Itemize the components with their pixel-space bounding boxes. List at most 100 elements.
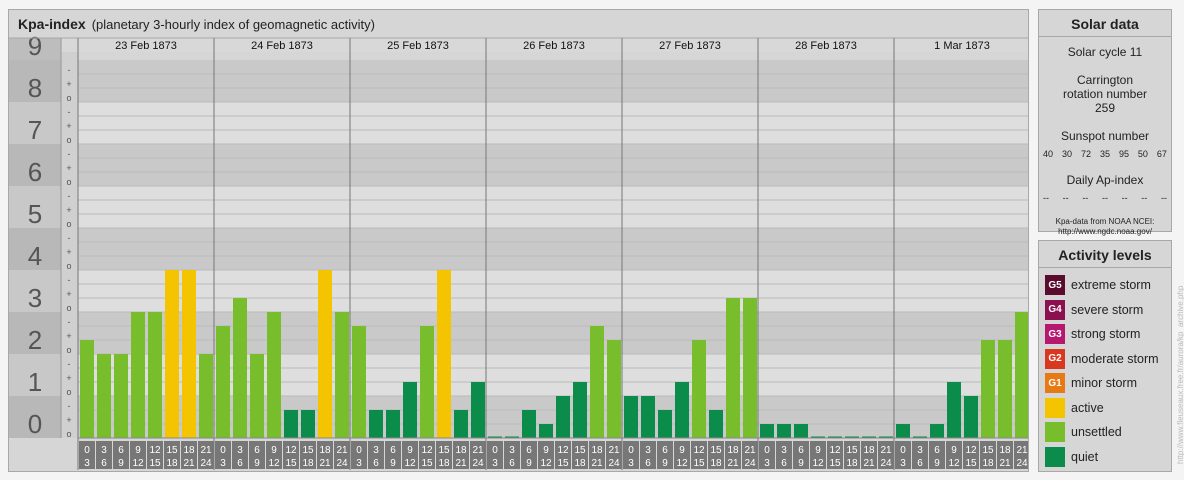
hour-start-label: 6: [934, 445, 940, 456]
minor-mark-label: +: [66, 289, 71, 299]
hour-start-label: 3: [509, 445, 515, 456]
y-tick-label: 6: [28, 157, 42, 187]
ap-value: --: [1043, 193, 1049, 203]
hour-start-label: 9: [407, 445, 413, 456]
minor-mark-label: -: [68, 149, 71, 159]
hour-start-label: 15: [846, 445, 858, 456]
hour-end-label: 18: [574, 458, 586, 469]
carrington-rotation: Carrington rotation number 259: [1062, 73, 1148, 115]
kp-bar: [777, 424, 791, 438]
minor-mark-label: -: [68, 65, 71, 75]
hour-end-label: 12: [948, 458, 960, 469]
hour-start-label: 12: [285, 445, 297, 456]
kp-bar: [131, 312, 145, 438]
hour-start-label: 15: [574, 445, 586, 456]
hour-end-label: 6: [509, 458, 515, 469]
hour-end-label: 24: [744, 458, 756, 469]
hour-start-label: 15: [982, 445, 994, 456]
hour-start-label: 15: [166, 445, 178, 456]
legend-label: minor storm: [1071, 376, 1137, 390]
activity-levels-panel: Activity levels G5 extreme storm G4 severe …: [1038, 240, 1172, 472]
minor-mark-label: -: [68, 359, 71, 369]
hour-end-label: 6: [101, 458, 107, 469]
y-tick-label: 7: [28, 115, 42, 145]
minor-mark-label: +: [66, 205, 71, 215]
kp-bar: [471, 382, 485, 438]
hour-end-label: 3: [492, 458, 498, 469]
hour-start-label: 0: [492, 445, 498, 456]
kp-bar: [522, 409, 536, 438]
hour-end-label: 24: [608, 458, 620, 469]
day-label: 23 Feb 1873: [115, 40, 177, 52]
hour-start-label: 21: [744, 445, 756, 456]
minor-mark-label: -: [68, 275, 71, 285]
hour-start-label: 18: [727, 445, 739, 456]
hour-start-label: 6: [662, 445, 668, 456]
minor-mark-label: +: [66, 79, 71, 89]
hour-end-label: 3: [84, 458, 90, 469]
hour-start-label: 18: [863, 445, 875, 456]
hour-end-label: 15: [965, 458, 977, 469]
hour-start-label: 3: [101, 445, 107, 456]
kp-bar: [199, 354, 213, 438]
hour-start-label: 3: [373, 445, 379, 456]
hour-start-label: 3: [237, 445, 243, 456]
kp-bar: [165, 270, 179, 438]
kp-bar: [964, 396, 978, 438]
hour-start-label: 21: [1016, 445, 1028, 456]
day-label: 27 Feb 1873: [659, 40, 721, 52]
hour-end-label: 24: [1016, 458, 1028, 469]
hour-end-label: 21: [319, 458, 331, 469]
kp-bar: [760, 424, 774, 438]
kp-bar: [998, 340, 1012, 438]
legend-swatch: G5: [1045, 275, 1065, 295]
hour-end-label: 15: [557, 458, 569, 469]
minor-mark-label: -: [68, 317, 71, 327]
hour-end-label: 21: [591, 458, 603, 469]
legend-item: quiet: [1045, 446, 1099, 467]
hour-end-label: 12: [132, 458, 144, 469]
kp-bar: [386, 409, 400, 438]
hour-start-label: 12: [421, 445, 433, 456]
kp-bar: [437, 270, 451, 438]
hour-start-label: 0: [220, 445, 226, 456]
minor-mark-label: o: [66, 261, 71, 271]
hour-end-label: 21: [863, 458, 875, 469]
legend-label: quiet: [1071, 449, 1099, 464]
hour-end-label: 9: [662, 458, 668, 469]
kp-bar: [420, 325, 434, 438]
kp-bar: [318, 270, 332, 438]
minor-mark-label: +: [66, 331, 71, 341]
legend-swatch: G3: [1045, 324, 1065, 344]
hour-end-label: 9: [798, 458, 804, 469]
kp-bar: [947, 382, 961, 438]
sunspot-label: Sunspot number: [1060, 129, 1150, 143]
kp-bar: [97, 354, 111, 438]
kp-bar: [590, 325, 604, 438]
hour-end-label: 3: [628, 458, 634, 469]
minor-mark-label: o: [66, 345, 71, 355]
hour-start-label: 18: [455, 445, 467, 456]
hour-end-label: 18: [438, 458, 450, 469]
hour-start-label: 3: [645, 445, 651, 456]
kp-bar: [743, 298, 757, 438]
hour-end-label: 18: [846, 458, 858, 469]
kp-bar: [981, 340, 995, 438]
grid-band: [78, 60, 1028, 102]
sunspot-value: 72: [1080, 149, 1091, 159]
kp-bar: [335, 312, 349, 438]
hour-start-label: 6: [526, 445, 532, 456]
credit-source: Kpa-data from NOAA NCEI:: [1055, 217, 1155, 226]
kp-bar: [658, 409, 672, 438]
kp-bar: [896, 424, 910, 438]
minor-mark-label: o: [66, 303, 71, 313]
hour-end-label: 12: [404, 458, 416, 469]
sunspot-value: 30: [1061, 149, 1072, 159]
grid-band: [78, 270, 1028, 312]
kp-bar: [573, 382, 587, 438]
minor-mark-label: +: [66, 121, 71, 131]
hour-end-label: 3: [220, 458, 226, 469]
legend-label: active: [1071, 400, 1104, 415]
hour-start-label: 18: [183, 445, 195, 456]
legend-item: unsettled: [1045, 422, 1122, 442]
